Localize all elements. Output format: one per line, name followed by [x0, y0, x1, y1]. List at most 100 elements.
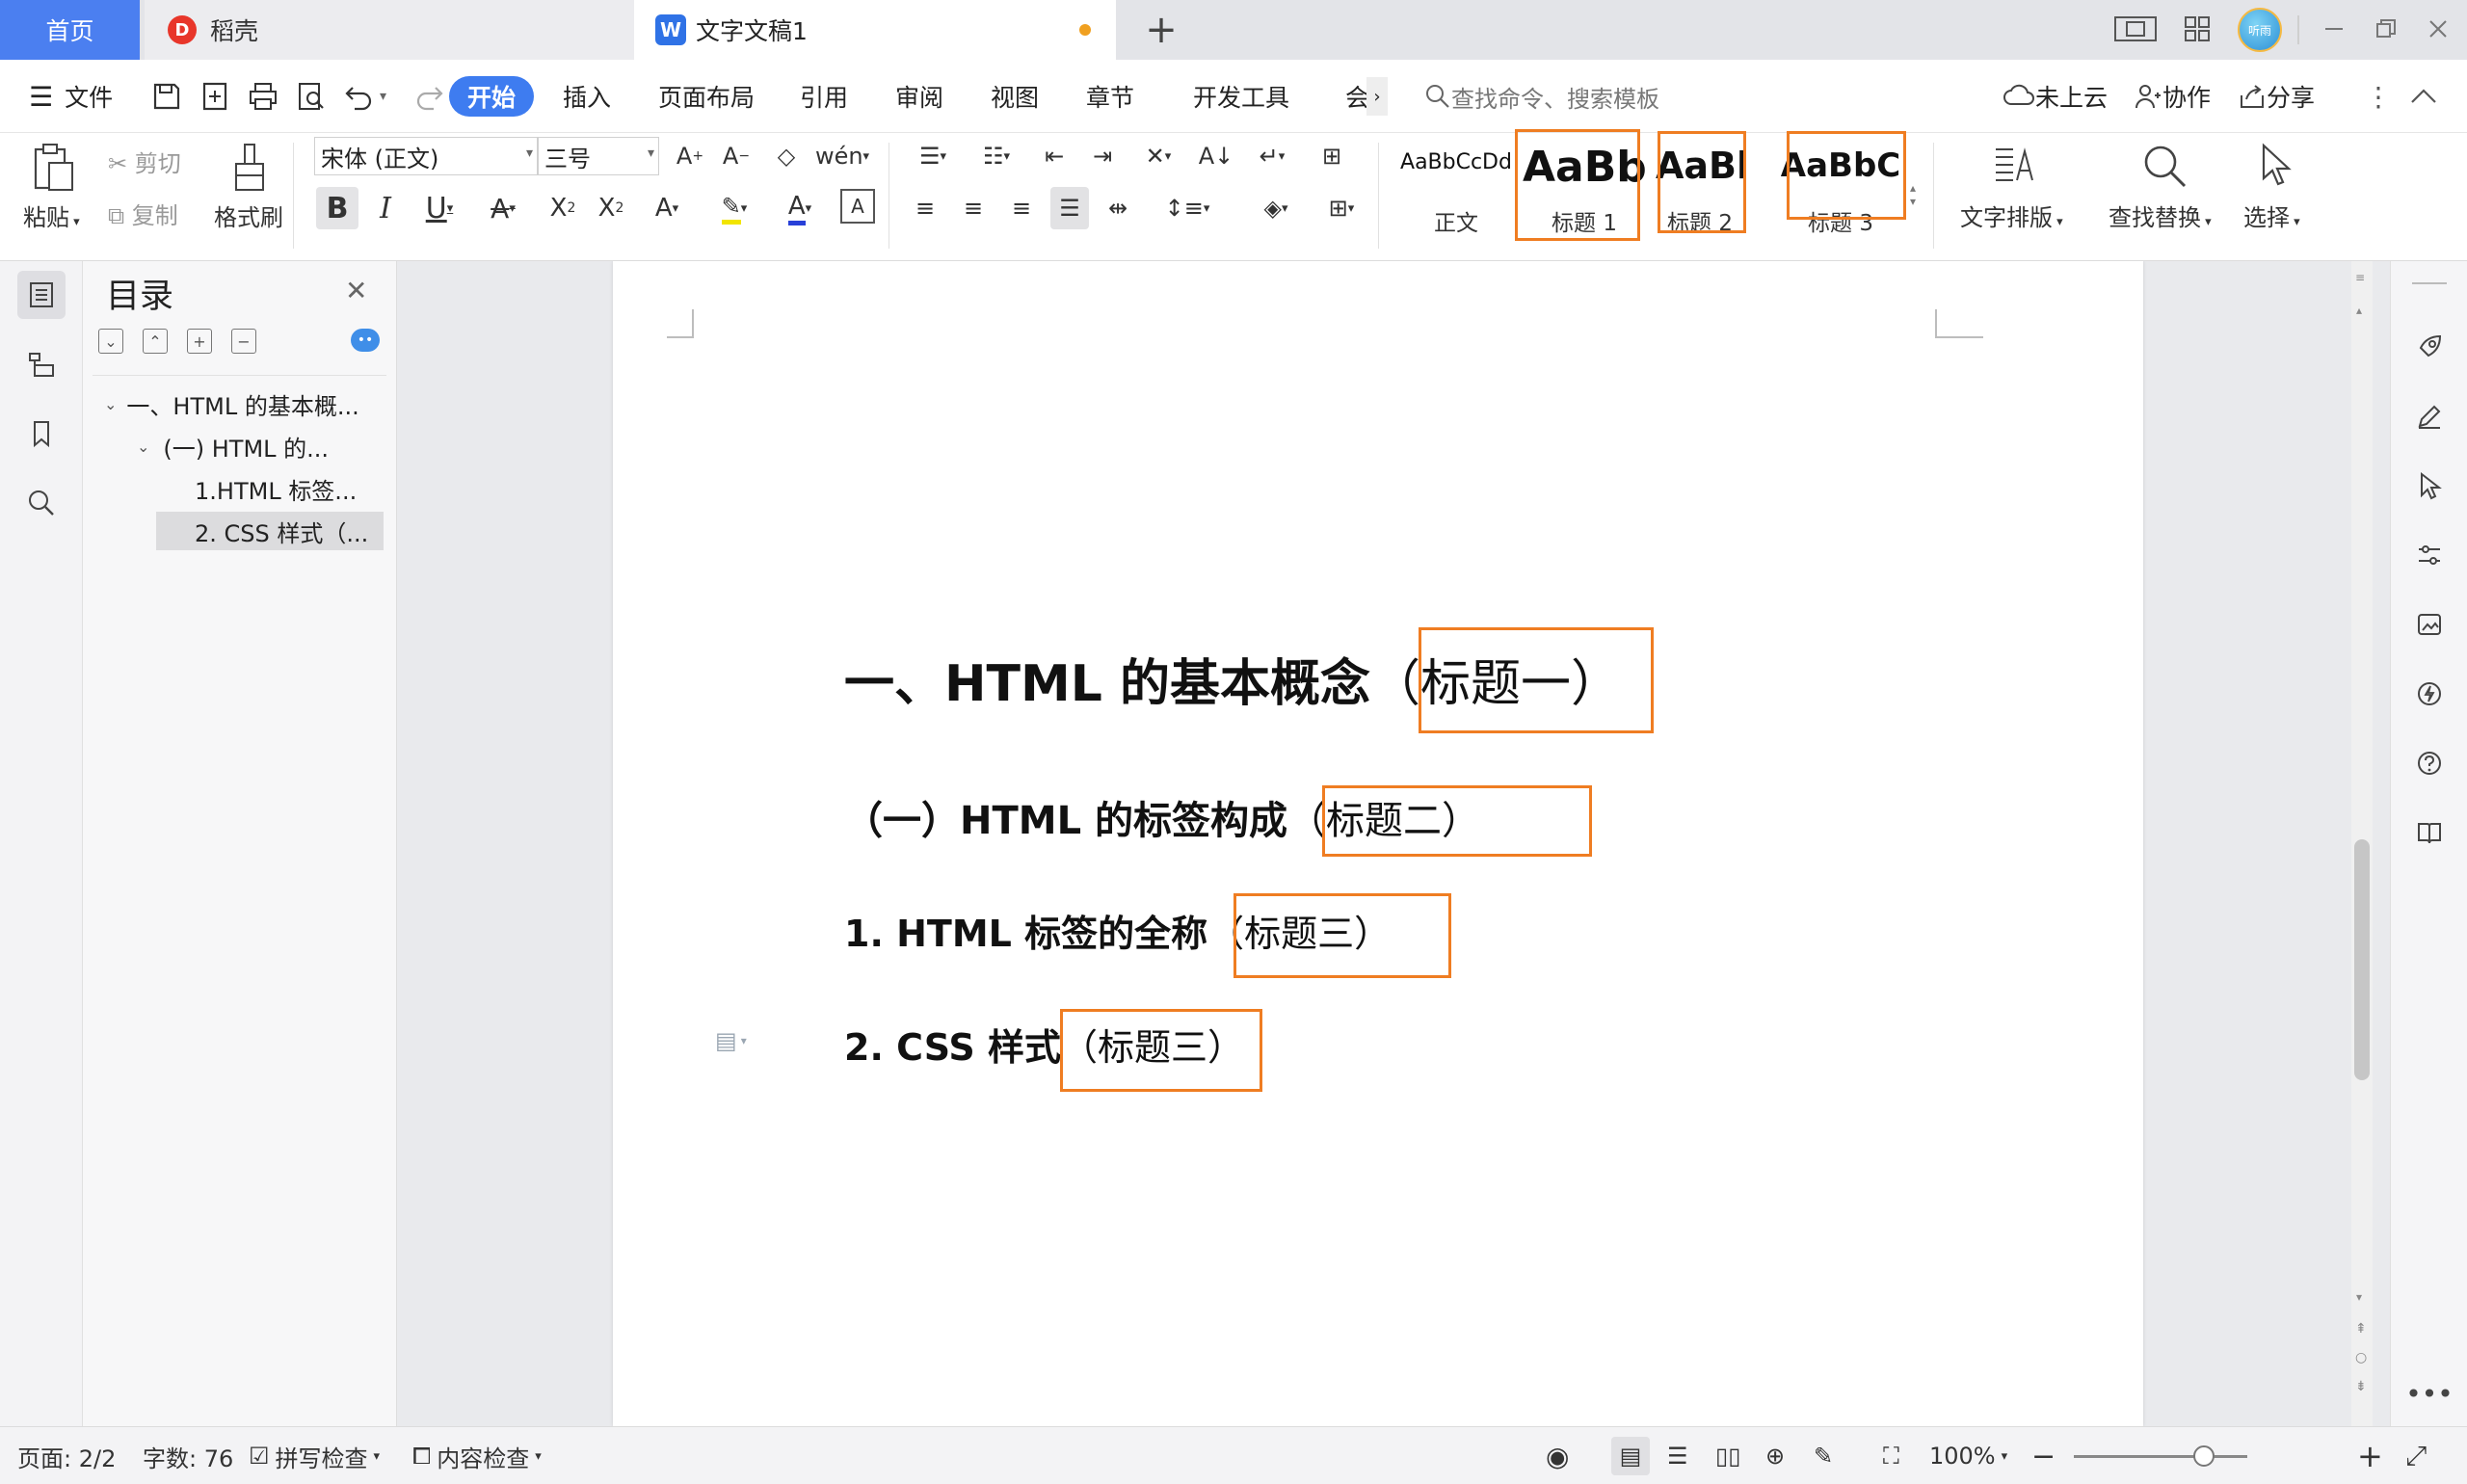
style-gallery-scroll[interactable]: ▴ ▾ — [1904, 141, 1922, 249]
help-icon[interactable] — [2405, 739, 2454, 787]
superscript-icon[interactable]: X2 — [544, 187, 582, 229]
align-right-icon[interactable]: ≡ — [1002, 187, 1041, 229]
toc-item-h3-1[interactable]: 1.HTML 标签... — [195, 469, 384, 508]
navigation-structure-icon[interactable] — [17, 340, 66, 388]
save-icon[interactable] — [150, 77, 183, 116]
add-heading-icon[interactable]: + — [187, 329, 212, 354]
file-menu[interactable]: ☰ 文件 — [29, 77, 113, 116]
paste-icon[interactable] — [25, 139, 83, 197]
find-replace-button[interactable]: 查找替换 ▾ — [2109, 199, 2212, 232]
vertical-scrollbar[interactable]: ≡ ▴ ▾ ⇞ ○ ⇟ — [2351, 261, 2373, 1426]
smart-toc-icon[interactable]: •• — [351, 329, 380, 352]
reading-view-icon[interactable]: ▯▯ — [1715, 1437, 1740, 1475]
select-cursor-icon[interactable] — [2251, 139, 2299, 193]
highlight-icon[interactable]: ✎ ▾ — [707, 187, 761, 229]
close-window-icon[interactable] — [2419, 12, 2457, 46]
zoom-level-select[interactable]: 100% ▾ — [1929, 1437, 2007, 1475]
lightning-icon[interactable] — [2405, 670, 2454, 718]
share-button[interactable]: 分享 — [2238, 77, 2315, 116]
tab-start[interactable]: 开始 — [449, 76, 534, 117]
scroll-up-icon[interactable]: ▴ — [2356, 304, 2362, 317]
scroll-down-icon[interactable]: ▾ — [2356, 1290, 2362, 1304]
eye-protection-icon[interactable]: ◉ — [1546, 1437, 1569, 1475]
font-color-icon[interactable]: A ▾ — [773, 187, 827, 229]
restore-icon[interactable] — [2367, 12, 2405, 46]
table-tabs-icon[interactable]: ⊞ — [1311, 137, 1353, 175]
text-layout-icon[interactable] — [1989, 139, 2039, 193]
char-border-icon[interactable]: A — [840, 189, 875, 224]
content-check-button[interactable]: ⧠ 内容检查 ▾ — [412, 1437, 542, 1475]
font-size-select[interactable]: 三号 ▾ — [538, 137, 659, 175]
tab-home[interactable]: 首页 — [0, 0, 140, 60]
borders-icon[interactable]: ⊞ ▾ — [1314, 187, 1368, 229]
numbered-list-icon[interactable]: ☷ ▾ — [969, 137, 1023, 175]
sort-icon[interactable]: A↓ — [1197, 137, 1235, 175]
more-options-icon[interactable]: ⋮ — [2365, 77, 2392, 116]
chinese-layout-icon[interactable]: ✕ ▾ — [1131, 137, 1185, 175]
next-page-icon[interactable]: ⇟ — [2355, 1379, 2367, 1394]
outline-view-icon[interactable]: ☰ — [1667, 1437, 1688, 1475]
paragraph-handle-icon[interactable]: ▤ ▾ — [715, 1024, 769, 1057]
toc-item-h3-2[interactable]: 2. CSS 样式（... — [156, 512, 384, 550]
subscript-icon[interactable]: X2 — [592, 187, 630, 229]
bullet-list-icon[interactable]: ☰ ▾ — [906, 137, 960, 175]
toc-item-h1[interactable]: ⌄ 一、HTML 的基本概... — [104, 384, 384, 423]
zoom-slider-handle[interactable] — [2193, 1445, 2215, 1467]
page-indicator[interactable]: 页面: 2/2 — [17, 1437, 116, 1475]
web-view-icon[interactable]: ⊕ — [1765, 1437, 1785, 1475]
strikethrough-icon[interactable]: A ▾ — [476, 187, 530, 229]
export-pdf-icon[interactable] — [199, 77, 231, 116]
scroll-top-icon[interactable]: ≡ — [2355, 271, 2365, 284]
command-search[interactable]: 查找命令、搜索模板 — [1424, 77, 1659, 116]
collaborate-button[interactable]: 协作 — [2134, 77, 2211, 116]
italic-icon[interactable]: I — [366, 187, 405, 229]
text-effect-icon[interactable]: A ▾ — [640, 187, 694, 229]
zoom-out-icon[interactable]: − — [2031, 1437, 2056, 1475]
format-painter-label[interactable]: 格式刷 — [214, 199, 283, 232]
align-center-icon[interactable]: ≡ — [954, 187, 993, 229]
tab-view[interactable]: 视图 — [991, 77, 1039, 116]
format-painter-icon[interactable] — [225, 139, 274, 197]
distribute-icon[interactable]: ⇹ — [1099, 187, 1137, 229]
font-name-select[interactable]: 宋体 (正文) ▾ — [314, 137, 538, 175]
print-preview-icon[interactable] — [295, 77, 328, 116]
dual-window-icon[interactable] — [2110, 12, 2161, 46]
show-marks-icon[interactable]: ↵ ▾ — [1245, 137, 1299, 175]
text-layout-button[interactable]: 文字排版 ▾ — [1960, 199, 2063, 232]
user-avatar[interactable]: 听雨 — [2238, 8, 2282, 52]
image-tool-icon[interactable] — [2405, 600, 2454, 649]
minimize-icon[interactable] — [2315, 12, 2353, 46]
pen-edit-icon[interactable] — [2405, 392, 2454, 440]
fullscreen-icon[interactable]: ⤢ — [2405, 1437, 2427, 1475]
tab-daoke[interactable]: D 稻壳 — [145, 0, 634, 60]
tab-review[interactable]: 审阅 — [895, 77, 943, 116]
word-count[interactable]: 字数: 76 — [143, 1437, 233, 1475]
fit-page-icon[interactable]: ⛶ — [1883, 1437, 1899, 1475]
tab-chapter[interactable]: 章节 — [1086, 77, 1134, 116]
shading-icon[interactable]: ◈ ▾ — [1249, 187, 1303, 229]
zoom-in-icon[interactable]: + — [2357, 1437, 2383, 1475]
page-view-icon[interactable]: ▤ — [1611, 1437, 1650, 1475]
document-page[interactable]: 一、HTML 的基本概念（标题一） （一）HTML 的标签构成（标题二） 1. … — [613, 261, 2143, 1426]
collapse-all-icon[interactable]: ⌄ — [98, 329, 123, 354]
close-icon[interactable]: ✕ — [345, 275, 367, 306]
underline-icon[interactable]: U ▾ — [412, 187, 466, 229]
spell-check-button[interactable]: ☑ 拼写检查 ▾ — [249, 1437, 380, 1475]
justify-icon[interactable]: ☰ — [1050, 187, 1089, 229]
tab-insert[interactable]: 插入 — [563, 77, 611, 116]
undo-icon[interactable]: ▾ — [343, 77, 386, 116]
style-normal[interactable]: AaBbCcDd 正文 — [1393, 141, 1519, 249]
shrink-font-icon[interactable]: A − — [717, 137, 756, 175]
paste-button[interactable]: 粘贴 ▾ — [23, 199, 80, 232]
cut-button[interactable]: ✂ 剪切 — [108, 145, 181, 178]
phonetic-guide-icon[interactable]: wén ▾ — [815, 137, 869, 175]
toc-panel-icon[interactable] — [17, 271, 66, 319]
write-mode-icon[interactable]: ✎ — [1814, 1437, 1833, 1475]
book-icon[interactable] — [2405, 808, 2454, 857]
pointer-icon[interactable] — [2405, 462, 2454, 510]
new-tab-button[interactable]: + — [1137, 6, 1185, 54]
rocket-icon[interactable] — [2405, 323, 2454, 371]
decrease-indent-icon[interactable]: ⇤ — [1035, 137, 1074, 175]
tab-developer[interactable]: 开发工具 — [1193, 77, 1289, 116]
more-tabs-icon[interactable]: › — [1366, 77, 1388, 116]
